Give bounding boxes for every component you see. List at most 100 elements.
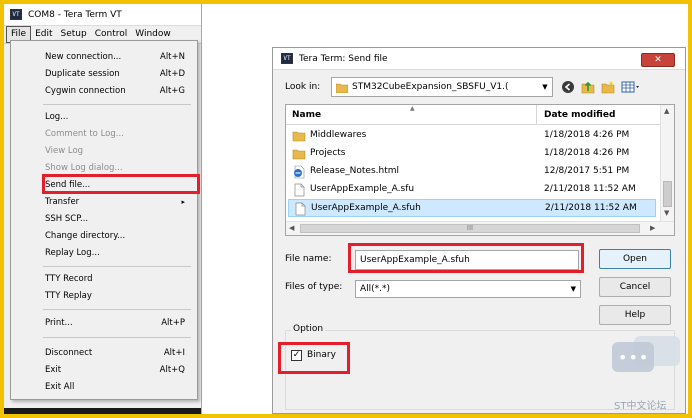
- menu-item-send-file[interactable]: Send file...: [11, 177, 197, 193]
- binary-checkbox[interactable]: ✓: [291, 350, 302, 361]
- menu-item-label: Duplicate session: [45, 69, 120, 79]
- menu-item-ssh-scp[interactable]: SSH SCP...: [11, 211, 197, 227]
- back-button[interactable]: [561, 80, 575, 94]
- file-row-userappexample-sfuh[interactable]: UserAppExample_A.sfuh 2/11/2018 11:52 AM: [288, 199, 656, 217]
- menu-item-cygwin-connection[interactable]: Cygwin connection Alt+G: [11, 83, 197, 99]
- new-folder-button[interactable]: [601, 80, 615, 94]
- file-name: UserAppExample_A.sfuh: [311, 203, 421, 213]
- menu-item-exit[interactable]: Exit Alt+Q: [11, 362, 197, 378]
- new-folder-icon: [601, 81, 615, 94]
- back-arrow-icon: [562, 81, 574, 93]
- file-date: 2/11/2018 11:52 AM: [544, 184, 636, 194]
- view-menu-button[interactable]: [621, 80, 643, 94]
- html-file-icon: [294, 165, 305, 179]
- folder-icon: [292, 131, 306, 142]
- folder-icon: [292, 149, 306, 160]
- menu-item-change-directory[interactable]: Change directory...: [11, 228, 197, 244]
- menu-item-label: Send file...: [45, 180, 91, 190]
- option-group-label: Option: [291, 324, 326, 334]
- files-of-type-dropdown[interactable]: All(*.*) ▼: [355, 280, 581, 298]
- close-button[interactable]: ✕: [641, 53, 675, 67]
- file-row-userappexample-sfu[interactable]: UserAppExample_A.sfu 2/11/2018 11:52 AM: [288, 181, 656, 199]
- menu-item-disconnect[interactable]: Disconnect Alt+I: [11, 345, 197, 361]
- menu-item-label: Change directory...: [45, 231, 126, 241]
- menu-item-label: View Log: [45, 146, 84, 156]
- menu-item-label: SSH SCP...: [45, 214, 89, 224]
- teraterm-app-icon: VT: [10, 9, 22, 20]
- help-button[interactable]: Help: [599, 305, 671, 325]
- menu-item-label: Log...: [45, 112, 69, 122]
- menu-item-replay-log[interactable]: Replay Log...: [11, 245, 197, 261]
- up-folder-button[interactable]: [581, 80, 595, 94]
- dialog-app-icon: VT: [281, 53, 293, 64]
- menu-item-label: TTY Record: [45, 274, 93, 284]
- view-grid-icon: [621, 81, 639, 93]
- menu-item-tty-replay[interactable]: TTY Replay: [11, 288, 197, 304]
- chevron-down-icon: ▼: [542, 83, 548, 91]
- watermark-text: ST中文论坛: [614, 401, 667, 412]
- file-name-label: File name:: [285, 254, 332, 264]
- file-row-middlewares[interactable]: Middlewares 1/18/2018 4:26 PM: [288, 127, 656, 145]
- file-list-header: ▲ Name Date modified: [286, 105, 660, 125]
- file-name: Middlewares: [310, 130, 367, 140]
- menu-item-label: Replay Log...: [45, 248, 100, 258]
- menu-separator: [43, 337, 191, 338]
- menu-item-label: Cygwin connection: [45, 86, 126, 96]
- scroll-left-icon[interactable]: ◀: [289, 224, 294, 232]
- menu-item-exit-all[interactable]: Exit All: [11, 379, 197, 395]
- file-name: Release_Notes.html: [310, 166, 400, 176]
- menu-item-print[interactable]: Print... Alt+P: [11, 315, 197, 331]
- file-row-release-notes[interactable]: Release_Notes.html 12/8/2017 5:51 PM: [288, 163, 656, 181]
- menu-item-log[interactable]: Log...: [11, 109, 197, 125]
- menu-item-transfer[interactable]: Transfer ▸: [11, 194, 197, 210]
- dialog-title: Tera Term: Send file: [299, 53, 388, 64]
- menu-item-new-connection[interactable]: New connection... Alt+N: [11, 49, 197, 65]
- menu-item-label: Comment to Log...: [45, 129, 124, 139]
- menu-item-label: New connection...: [45, 52, 122, 62]
- menu-item-label: Transfer: [45, 197, 80, 207]
- file-name: UserAppExample_A.sfu: [310, 184, 415, 194]
- folder-icon: [336, 83, 348, 93]
- up-folder-icon: [581, 81, 595, 94]
- binary-checkbox-label[interactable]: Binary: [307, 350, 336, 360]
- menu-item-view-log: View Log: [11, 143, 197, 159]
- menu-item-label: Disconnect: [45, 348, 93, 358]
- look-in-dropdown[interactable]: STM32CubeExpansion_SBSFU_V1.( ▼: [331, 77, 553, 97]
- terminal-area: [4, 408, 201, 414]
- file-menu-dropdown: New connection... Alt+N Duplicate sessio…: [10, 40, 198, 400]
- menu-item-show-log-dialog: Show Log dialog...: [11, 160, 197, 176]
- sort-ascending-icon: ▲: [410, 105, 415, 112]
- file-icon: [294, 183, 305, 197]
- menu-item-comment-to-log: Comment to Log...: [11, 126, 197, 142]
- cancel-button[interactable]: Cancel: [599, 277, 671, 297]
- file-name: Projects: [310, 148, 346, 158]
- menu-separator: [43, 309, 191, 310]
- menu-item-label: Exit All: [45, 382, 75, 392]
- menu-item-tty-record[interactable]: TTY Record: [11, 271, 197, 287]
- open-button[interactable]: Open: [599, 249, 671, 269]
- scroll-up-icon[interactable]: ▲: [664, 107, 669, 115]
- menu-item-shortcut: Alt+G: [159, 86, 185, 96]
- menu-item-label: Exit: [45, 365, 62, 375]
- dialog-titlebar: VT Tera Term: Send file ✕: [273, 48, 685, 70]
- file-name-input[interactable]: UserAppExample_A.sfuh: [355, 250, 579, 270]
- scroll-down-icon[interactable]: ▼: [664, 209, 669, 217]
- submenu-arrow-icon: ▸: [181, 198, 185, 206]
- file-row-projects[interactable]: Projects 1/18/2018 4:26 PM: [288, 145, 656, 163]
- column-header-name[interactable]: Name: [292, 110, 321, 120]
- menu-item-shortcut: Alt+I: [163, 348, 185, 358]
- scroll-right-icon[interactable]: ▶: [650, 224, 655, 232]
- column-header-date[interactable]: Date modified: [544, 110, 615, 120]
- menu-item-duplicate-session[interactable]: Duplicate session Alt+D: [11, 66, 197, 82]
- scrollbar-thumb[interactable]: [663, 181, 672, 207]
- column-divider: [536, 105, 537, 125]
- scrollbar-thumb[interactable]: III: [300, 224, 640, 233]
- horizontal-scrollbar[interactable]: ◀ III ▶: [286, 221, 674, 235]
- menu-separator: [43, 104, 191, 105]
- menu-item-label: Print...: [45, 318, 73, 328]
- vertical-scrollbar[interactable]: ▲ ▼: [660, 105, 674, 221]
- chevron-down-icon: ▼: [570, 285, 576, 293]
- file-list: ▲ Name Date modified Middlewares 1/18/20…: [285, 104, 675, 236]
- files-of-type-label: Files of type:: [285, 282, 343, 292]
- menu-item-shortcut: Alt+P: [161, 318, 185, 328]
